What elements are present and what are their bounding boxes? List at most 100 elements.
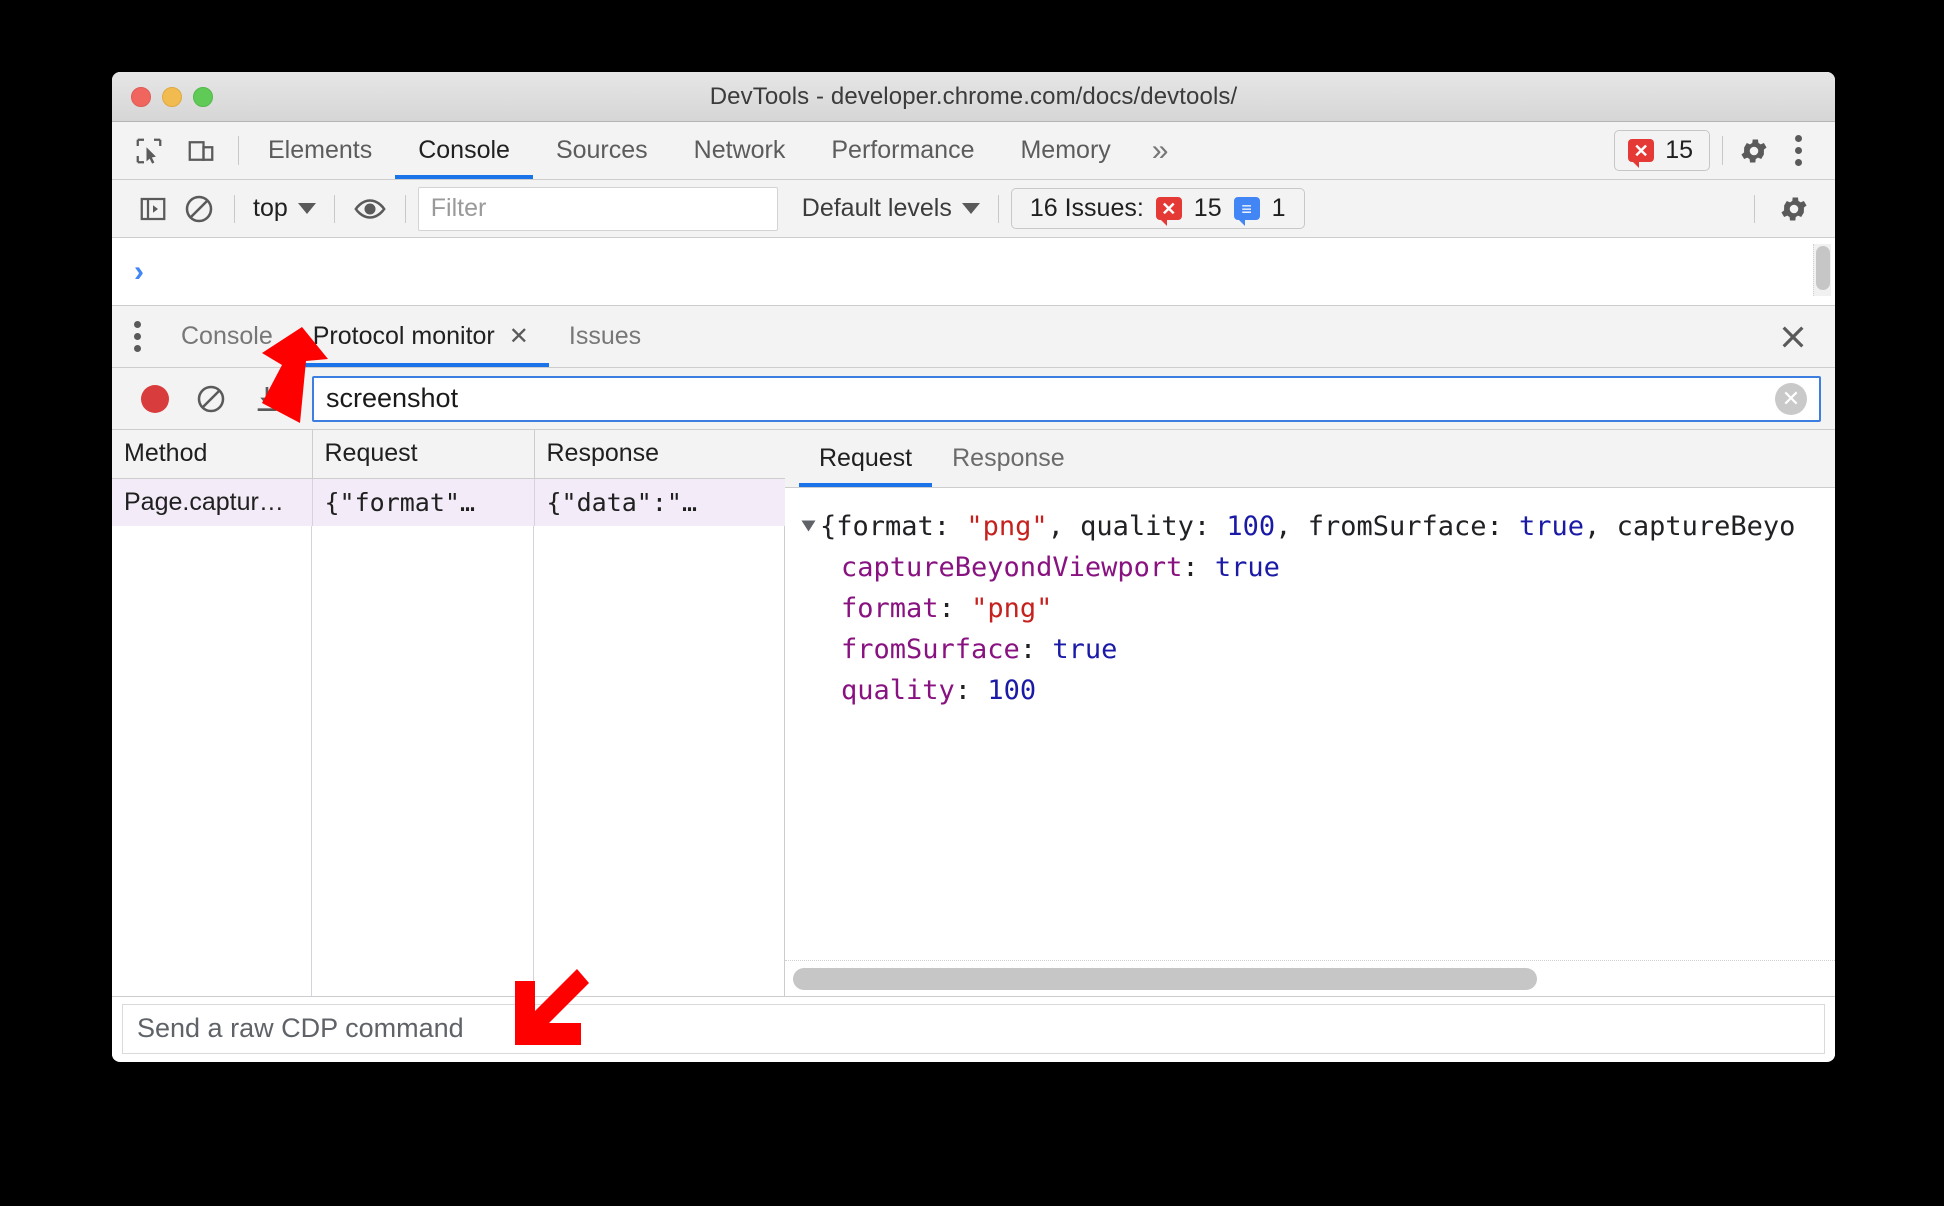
tab-sources-label: Sources xyxy=(555,136,648,164)
device-toolbar-icon[interactable] xyxy=(182,132,220,170)
log-levels-label: Default levels xyxy=(801,194,952,222)
chevron-down-icon xyxy=(297,203,316,214)
console-toolbar: top Filter Default levels 16 Issues: ✕ 1… xyxy=(112,180,1835,238)
console-filter-input[interactable]: Filter xyxy=(417,186,778,231)
table-row[interactable]: Page.captur… {"format"… {"data":"… xyxy=(112,478,786,526)
scrollbar-thumb[interactable] xyxy=(1815,246,1830,290)
console-toolbar-divider-1 xyxy=(234,194,235,223)
column-header-response[interactable]: Response xyxy=(534,430,786,479)
tab-elements-label: Elements xyxy=(268,136,373,164)
error-bubble-icon: ✕ xyxy=(1155,197,1182,226)
tab-network-label: Network xyxy=(693,136,786,164)
json-summary-quality-value: 100 xyxy=(1226,511,1276,542)
drawer-tab-console[interactable]: Console xyxy=(161,306,293,367)
console-toolbar-right xyxy=(1742,186,1817,232)
console-filter-placeholder: Filter xyxy=(430,194,487,222)
execution-context-selector[interactable]: top xyxy=(247,194,322,223)
execution-context-label: top xyxy=(253,194,288,222)
tab-console[interactable]: Console xyxy=(395,122,533,179)
detail-tab-response-label: Response xyxy=(952,444,1065,472)
log-levels-selector[interactable]: Default levels xyxy=(796,194,986,223)
json-value: 100 xyxy=(987,675,1037,707)
json-summary-format-value: "png" xyxy=(966,511,1048,542)
scrollbar-thumb[interactable] xyxy=(793,967,1538,990)
detail-tab-request-label: Request xyxy=(819,444,913,472)
json-summary-line[interactable]: {format: "png", quality: 100, fromSurfac… xyxy=(801,506,1835,547)
tab-sources[interactable]: Sources xyxy=(533,122,671,179)
main-tabs: Elements Console Sources Network Perform… xyxy=(245,122,1186,179)
console-toolbar-divider-2 xyxy=(333,194,335,223)
json-value: true xyxy=(1052,634,1118,666)
json-summary-prefix: {format: xyxy=(820,511,967,542)
expand-triangle-icon[interactable] xyxy=(801,520,816,532)
detail-tabbar: Request Response xyxy=(785,430,1835,488)
json-value: true xyxy=(1214,552,1280,584)
record-button[interactable] xyxy=(132,376,178,422)
issues-label: 16 Issues: xyxy=(1029,194,1144,222)
chevron-down-icon xyxy=(961,203,980,214)
column-header-request[interactable]: Request xyxy=(312,430,535,479)
protocol-monitor-body: Method Request Response Page.captur… {"f… xyxy=(112,430,1835,996)
cdp-command-placeholder: Send a raw CDP command xyxy=(137,1013,464,1043)
json-summary-mid1: , quality: xyxy=(1047,511,1227,542)
gear-icon[interactable] xyxy=(1735,132,1773,170)
protocol-detail-panel: Request Response {format: "png", quality… xyxy=(785,430,1835,996)
column-header-method[interactable]: Method xyxy=(112,430,313,479)
tab-performance-label: Performance xyxy=(831,136,975,164)
protocol-filter-input[interactable]: screenshot ✕ xyxy=(312,375,1821,422)
drawer-tab-issues[interactable]: Issues xyxy=(549,306,661,367)
clear-console-icon[interactable] xyxy=(176,186,222,232)
tab-memory-label: Memory xyxy=(1020,136,1111,164)
more-tabs-icon[interactable]: » xyxy=(1134,122,1187,179)
console-output-area[interactable]: › xyxy=(112,238,1835,306)
tabbar-left-icons xyxy=(112,122,232,179)
protocol-table: Method Request Response Page.captur… {"f… xyxy=(112,430,786,526)
close-icon[interactable]: ✕ xyxy=(509,322,529,351)
table-empty-area xyxy=(112,526,784,996)
gear-icon[interactable] xyxy=(1771,186,1817,232)
issues-info-count: 1 xyxy=(1271,194,1286,222)
cell-request: {"format"… xyxy=(312,478,535,526)
window-title: DevTools - developer.chrome.com/docs/dev… xyxy=(709,82,1238,110)
tab-performance[interactable]: Performance xyxy=(808,122,997,179)
tab-elements[interactable]: Elements xyxy=(245,122,395,179)
detail-tab-response[interactable]: Response xyxy=(932,430,1085,487)
close-drawer-icon[interactable] xyxy=(1777,306,1835,367)
tabbar-right-divider xyxy=(1722,136,1723,165)
cdp-command-bar: Send a raw CDP command xyxy=(112,996,1835,1060)
json-property-row: captureBeyondViewport: true xyxy=(841,552,1280,584)
json-summary-mid2: , fromSurface: xyxy=(1275,511,1520,542)
protocol-message-list: Method Request Response Page.captur… {"f… xyxy=(112,430,786,996)
cdp-command-input[interactable]: Send a raw CDP command xyxy=(122,1003,1825,1054)
tab-network[interactable]: Network xyxy=(671,122,809,179)
inspect-element-icon[interactable] xyxy=(130,132,168,170)
protocol-filter-value: screenshot xyxy=(326,383,459,413)
detail-horizontal-scrollbar[interactable] xyxy=(785,960,1835,996)
kebab-menu-icon[interactable] xyxy=(1779,132,1817,170)
clear-filter-icon[interactable]: ✕ xyxy=(1775,382,1807,415)
json-property-row: fromSurface: true xyxy=(841,634,1118,666)
window-titlebar: DevTools - developer.chrome.com/docs/dev… xyxy=(112,72,1835,122)
kebab-menu-icon[interactable] xyxy=(112,306,161,367)
save-download-icon[interactable] xyxy=(244,376,290,422)
console-vertical-scrollbar[interactable] xyxy=(1813,244,1831,296)
live-expression-icon[interactable] xyxy=(347,186,393,232)
console-prompt-icon: › xyxy=(134,254,144,288)
drawer-tab-protocol-monitor[interactable]: Protocol monitor ✕ xyxy=(292,306,550,367)
console-sidebar-icon[interactable] xyxy=(130,186,176,232)
tab-console-label: Console xyxy=(418,136,510,164)
protocol-monitor-toolbar: screenshot ✕ xyxy=(112,368,1835,430)
detail-tab-request[interactable]: Request xyxy=(799,430,933,487)
console-toolbar-divider-5 xyxy=(1754,194,1755,223)
tab-memory[interactable]: Memory xyxy=(997,122,1133,179)
devtools-window: DevTools - developer.chrome.com/docs/dev… xyxy=(112,72,1835,1062)
clear-icon[interactable] xyxy=(188,376,234,422)
issues-summary-badge[interactable]: 16 Issues: ✕ 15 ≡ 1 xyxy=(1010,188,1305,229)
error-count-badge[interactable]: ✕ 15 xyxy=(1614,130,1710,171)
drawer-tab-issues-label: Issues xyxy=(568,322,642,350)
json-value: "png" xyxy=(971,593,1053,625)
drawer-tab-console-label: Console xyxy=(181,322,273,350)
json-property-row: quality: 100 xyxy=(841,675,1037,707)
issues-error-count: 15 xyxy=(1193,194,1222,222)
console-toolbar-divider-3 xyxy=(404,194,406,223)
